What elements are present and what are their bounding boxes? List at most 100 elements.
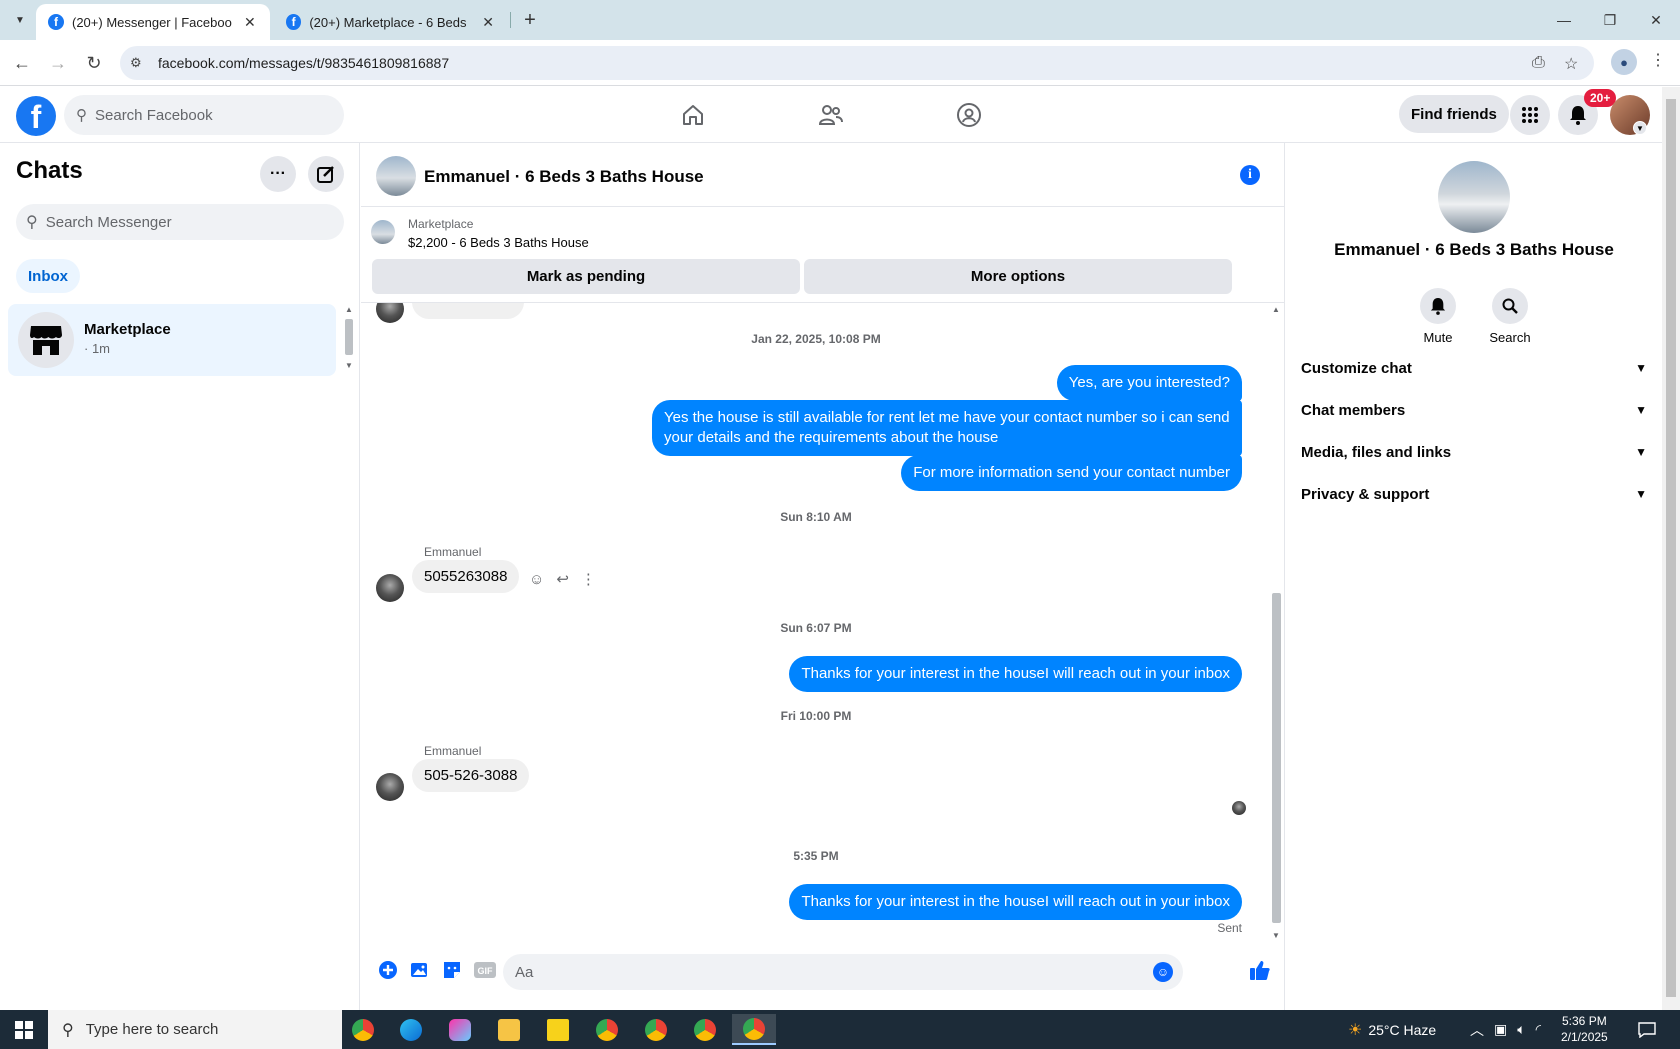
message-bubble-outgoing[interactable]: For more information send your contact n… bbox=[901, 455, 1242, 491]
wifi-icon[interactable]: ◜ bbox=[1536, 1021, 1541, 1038]
listing-thumbnail[interactable] bbox=[371, 220, 395, 244]
site-info-icon[interactable]: ⚙ bbox=[130, 55, 142, 71]
account-chevron-icon[interactable]: ▼ bbox=[1633, 121, 1647, 135]
new-message-icon[interactable] bbox=[308, 156, 344, 192]
thumbs-up-icon[interactable] bbox=[1248, 959, 1272, 981]
search-icon[interactable] bbox=[1492, 288, 1528, 324]
bookmark-star-icon[interactable]: ☆ bbox=[1564, 54, 1578, 74]
react-emoji-icon[interactable]: ☺ bbox=[529, 571, 544, 588]
scrollbar-thumb[interactable] bbox=[1666, 99, 1676, 997]
scroll-up-icon[interactable]: ▲ bbox=[1272, 305, 1280, 314]
media-files-links-section[interactable]: Media, files and links ▼ bbox=[1301, 430, 1647, 474]
search-label: Search bbox=[1489, 330, 1531, 345]
privacy-support-section[interactable]: Privacy & support ▼ bbox=[1301, 472, 1647, 516]
restore-icon[interactable]: ❐ bbox=[1590, 6, 1630, 34]
customize-chat-section[interactable]: Customize chat ▼ bbox=[1301, 346, 1647, 390]
mark-as-pending-button[interactable]: Mark as pending bbox=[372, 259, 800, 294]
scrollbar-thumb[interactable] bbox=[345, 319, 353, 355]
message-bubble-outgoing[interactable]: Yes the house is still available for ren… bbox=[652, 400, 1242, 456]
browser-profile-icon[interactable]: ● bbox=[1611, 49, 1637, 75]
weather-widget[interactable]: ☀ 25°C Haze bbox=[1348, 1010, 1436, 1049]
reload-icon[interactable]: ↻ bbox=[80, 49, 108, 77]
chrome-app-icon[interactable] bbox=[341, 1014, 385, 1045]
search-action[interactable]: Search bbox=[1480, 288, 1540, 345]
listing-title[interactable]: $2,200 - 6 Beds 3 Baths House bbox=[408, 235, 589, 250]
close-tab-icon[interactable]: ✕ bbox=[482, 14, 494, 31]
new-tab-plus-icon[interactable]: + bbox=[518, 8, 542, 32]
message-list-scrollbar[interactable]: ▲ ▼ bbox=[1269, 303, 1283, 943]
message-bubble-outgoing[interactable]: Yes, are you interested? bbox=[1056, 365, 1242, 401]
chrome-profile-app-icon[interactable] bbox=[585, 1014, 629, 1045]
chat-members-section[interactable]: Chat members ▼ bbox=[1301, 388, 1647, 432]
reply-icon[interactable]: ↩ bbox=[556, 570, 569, 588]
show-hidden-icons-icon[interactable]: ︿ bbox=[1470, 1020, 1484, 1040]
close-window-icon[interactable]: ✕ bbox=[1636, 6, 1676, 34]
scrollbar-thumb[interactable] bbox=[1272, 593, 1281, 923]
tray-app-icon[interactable]: ▣ bbox=[1494, 1021, 1507, 1038]
bell-icon[interactable] bbox=[1420, 288, 1456, 324]
details-avatar[interactable] bbox=[1438, 161, 1510, 233]
message-bubble-incoming[interactable]: 505-526-3088 bbox=[412, 759, 530, 792]
add-plus-icon[interactable] bbox=[377, 959, 399, 981]
mute-action[interactable]: Mute bbox=[1408, 288, 1468, 345]
message-input[interactable] bbox=[515, 963, 1155, 981]
message-bubble-incoming[interactable] bbox=[412, 303, 524, 319]
facebook-logo-icon[interactable]: f bbox=[16, 96, 56, 136]
taskbar-clock[interactable]: 5:36 PM 2/1/2025 bbox=[1561, 1013, 1608, 1045]
scroll-up-icon[interactable]: ▲ bbox=[345, 305, 353, 314]
volume-icon[interactable]: 🔈︎ bbox=[1517, 1021, 1525, 1038]
inbox-filter-tab[interactable]: Inbox bbox=[16, 259, 80, 293]
photo-gallery-icon[interactable] bbox=[409, 959, 431, 981]
chat-list-scrollbar[interactable]: ▲ ▼ bbox=[343, 305, 355, 371]
facebook-search-input[interactable] bbox=[95, 106, 315, 124]
emoji-icon[interactable]: ☺ bbox=[1153, 962, 1173, 982]
message-bubble-outgoing[interactable]: Thanks for your interest in the houseI w… bbox=[789, 884, 1242, 920]
close-tab-icon[interactable]: ✕ bbox=[244, 14, 256, 31]
messenger-search[interactable]: ⚲ bbox=[16, 204, 344, 240]
forward-arrow-icon[interactable]: → bbox=[44, 49, 72, 77]
menu-grid-icon[interactable] bbox=[1510, 95, 1550, 135]
chrome-profile-app-icon[interactable] bbox=[683, 1014, 727, 1045]
browser-menu-icon[interactable]: ⋮ bbox=[1650, 50, 1666, 70]
chat-list-item[interactable]: Marketplace · 1m bbox=[8, 304, 336, 376]
tab-search-chevron-icon[interactable]: ▼ bbox=[8, 8, 32, 32]
edge-app-icon[interactable] bbox=[389, 1014, 433, 1045]
more-options-button[interactable]: More options bbox=[804, 259, 1232, 294]
back-arrow-icon[interactable]: ← bbox=[8, 49, 36, 77]
taskbar-search[interactable]: ⚲ Type here to search bbox=[48, 1010, 342, 1049]
page-scrollbar[interactable] bbox=[1662, 87, 1680, 1010]
groups-icon[interactable] bbox=[953, 99, 985, 131]
conversation-avatar[interactable] bbox=[376, 156, 416, 196]
browser-tab-marketplace[interactable]: f (20+) Marketplace - 6 Beds 3 B ✕ bbox=[274, 4, 506, 40]
more-actions-icon[interactable]: ⋮ bbox=[581, 570, 596, 588]
paint-app-icon[interactable] bbox=[438, 1014, 482, 1045]
message-bubble-outgoing[interactable]: Thanks for your interest in the houseI w… bbox=[789, 656, 1242, 692]
scroll-down-icon[interactable]: ▼ bbox=[1272, 931, 1280, 940]
chrome-profile-app-icon[interactable] bbox=[634, 1014, 678, 1045]
sender-avatar[interactable] bbox=[376, 574, 404, 602]
facebook-search[interactable]: ⚲ bbox=[64, 95, 344, 135]
notification-center-icon[interactable] bbox=[1638, 1010, 1656, 1049]
windows-start-icon[interactable] bbox=[0, 1010, 48, 1049]
sticky-notes-icon[interactable] bbox=[536, 1014, 580, 1045]
address-bar[interactable]: ⚙ facebook.com/messages/t/98354618098168… bbox=[120, 46, 1594, 80]
home-icon[interactable] bbox=[677, 99, 709, 131]
url-text[interactable]: facebook.com/messages/t/9835461809816887 bbox=[158, 55, 449, 71]
gif-icon[interactable]: GIF bbox=[473, 959, 497, 981]
find-friends-button[interactable]: Find friends bbox=[1399, 95, 1509, 133]
friends-icon[interactable] bbox=[815, 99, 847, 131]
scroll-down-icon[interactable]: ▼ bbox=[345, 361, 353, 370]
file-explorer-icon[interactable] bbox=[487, 1014, 531, 1045]
conversation-title[interactable]: Emmanuel · 6 Beds 3 Baths House bbox=[424, 167, 704, 187]
browser-tab-messenger[interactable]: f (20+) Messenger | Facebook ✕ bbox=[36, 4, 270, 40]
install-app-icon[interactable]: ⎙ bbox=[1532, 54, 1545, 72]
message-input-box[interactable]: ☺ bbox=[503, 954, 1183, 990]
chrome-active-app-icon[interactable] bbox=[732, 1014, 776, 1045]
message-bubble-incoming[interactable]: 5055263088 bbox=[412, 560, 520, 593]
info-icon[interactable]: i bbox=[1240, 165, 1260, 185]
sticker-icon[interactable] bbox=[441, 959, 463, 981]
minimize-icon[interactable]: — bbox=[1544, 6, 1584, 34]
sender-avatar[interactable] bbox=[376, 773, 404, 801]
chats-options-icon[interactable]: ··· bbox=[260, 156, 296, 192]
messenger-search-input[interactable] bbox=[45, 213, 316, 231]
